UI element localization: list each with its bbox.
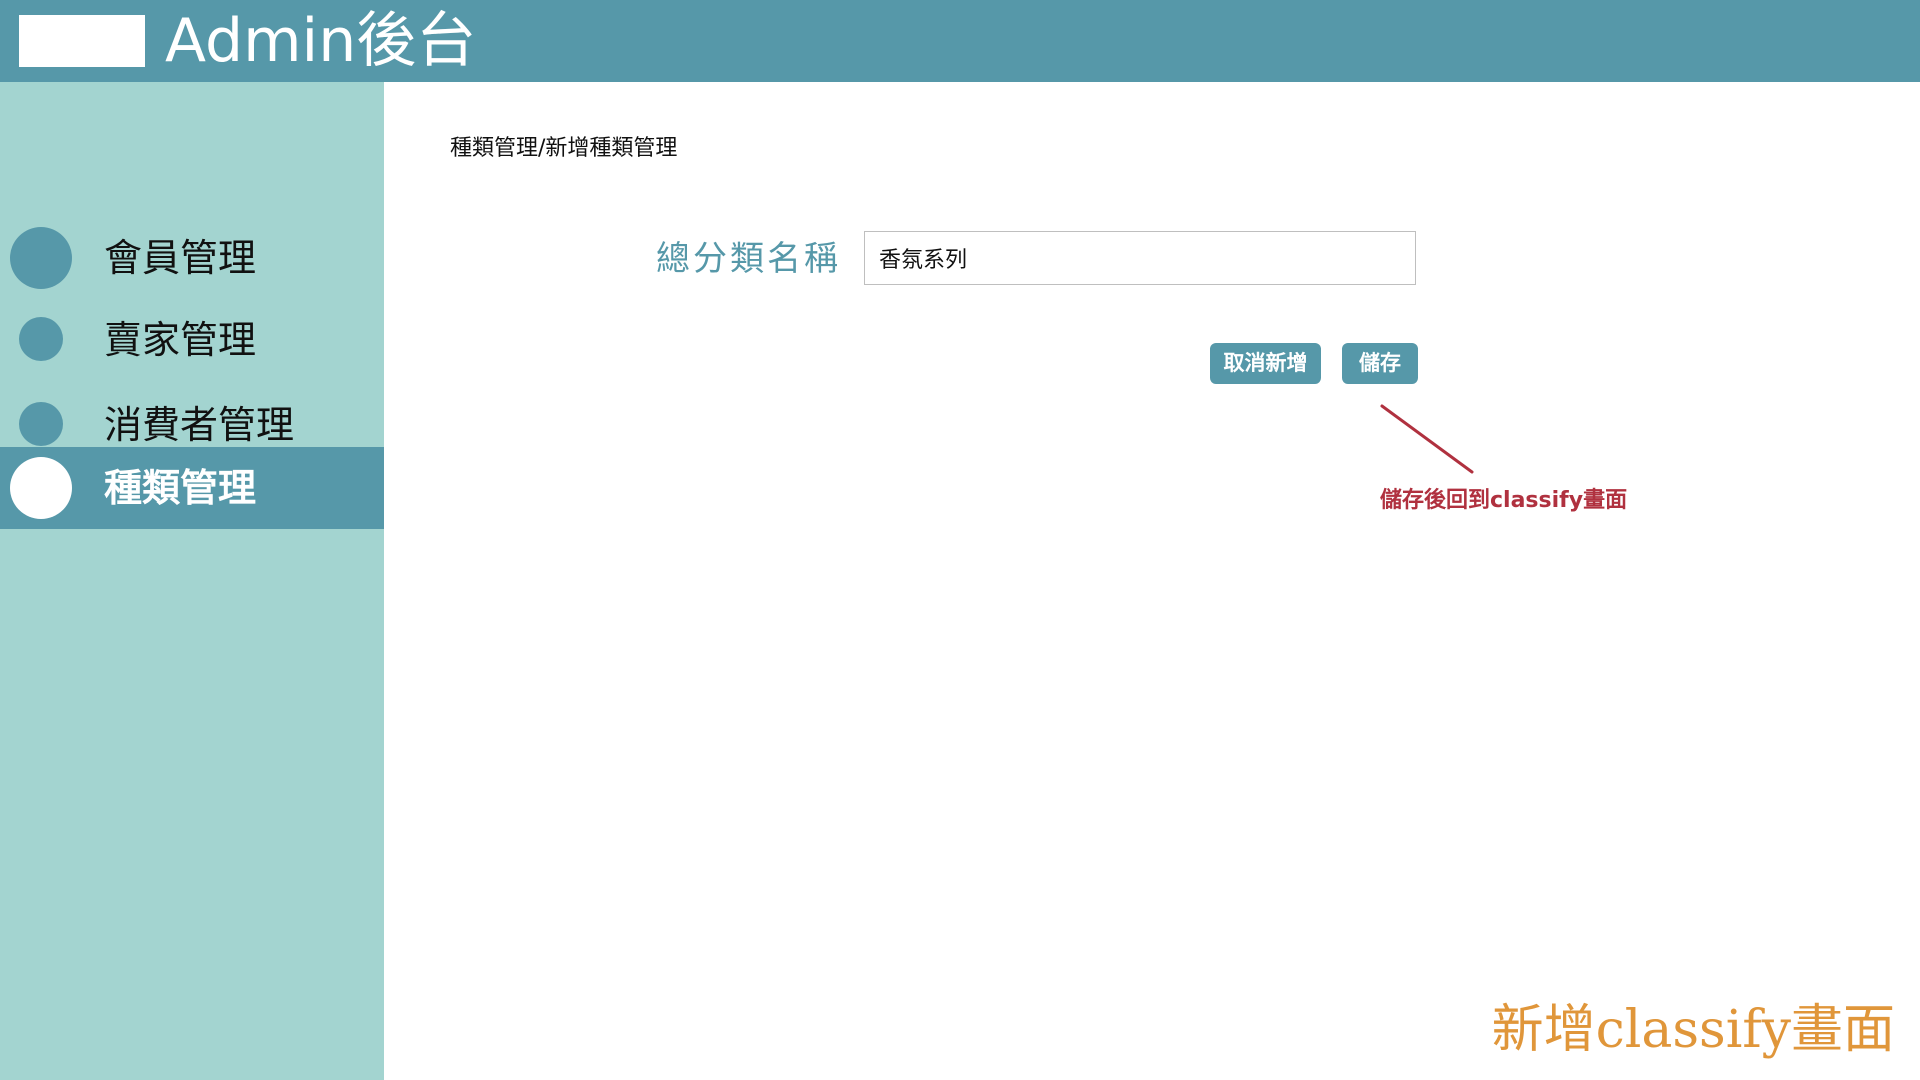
- category-name-label: 總分類名稱: [656, 239, 841, 279]
- sidebar-item-label: 會員管理: [104, 236, 257, 280]
- circle-icon: [10, 227, 72, 289]
- page-caption: 新增classify畫面: [1491, 1000, 1895, 1060]
- save-button[interactable]: 儲存: [1342, 343, 1418, 384]
- circle-icon: [19, 402, 63, 446]
- sidebar-item-members[interactable]: 會員管理: [0, 217, 384, 299]
- breadcrumb[interactable]: 種類管理/新增種類管理: [450, 130, 677, 162]
- cancel-add-button[interactable]: 取消新增: [1210, 343, 1321, 384]
- annotation-arrow-line: [1380, 404, 1474, 474]
- app-title: Admin後台: [165, 6, 477, 76]
- sidebar-item-sellers[interactable]: 賣家管理: [0, 299, 384, 381]
- category-name-input[interactable]: [864, 231, 1416, 285]
- annotation-note: 儲存後回到classify畫面: [1380, 488, 1628, 513]
- logo-placeholder: [19, 15, 145, 67]
- circle-icon: [10, 457, 72, 519]
- sidebar: 會員管理 賣家管理 消費者管理 種類管理: [0, 82, 384, 1080]
- sidebar-item-categories[interactable]: 種類管理: [0, 447, 384, 529]
- top-bar: Admin後台: [0, 0, 1920, 82]
- circle-icon: [19, 317, 63, 361]
- sidebar-item-label: 賣家管理: [104, 318, 257, 362]
- sidebar-item-label: 種類管理: [104, 466, 257, 510]
